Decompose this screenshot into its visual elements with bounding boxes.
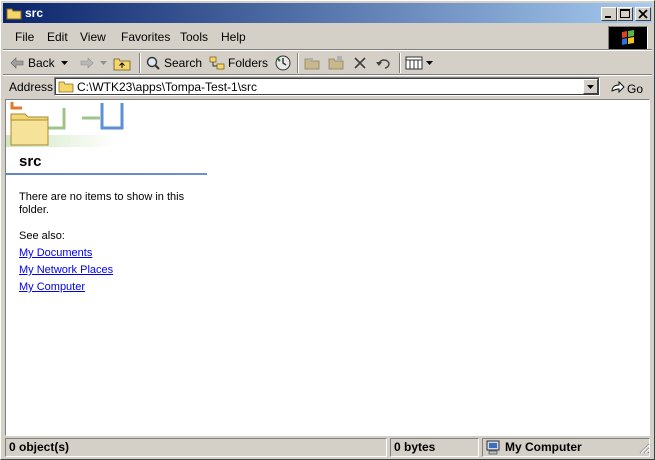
views-dropdown-icon[interactable] xyxy=(426,61,433,65)
folders-button[interactable]: Folders xyxy=(209,53,268,73)
move-to-button[interactable] xyxy=(303,53,321,73)
delete-button[interactable] xyxy=(353,53,367,73)
back-dropdown-icon[interactable] xyxy=(60,61,68,65)
views-grid-icon xyxy=(405,56,423,70)
empty-folder-message: There are no items to show in this folde… xyxy=(19,191,185,216)
window-title: src xyxy=(25,6,44,20)
status-bar: 0 object(s) 0 bytes My Computer xyxy=(3,438,652,458)
copy-to-icon xyxy=(327,55,345,71)
search-label: Search xyxy=(164,56,203,70)
back-arrow-icon xyxy=(9,55,25,71)
undo-icon xyxy=(375,56,391,70)
back-label: Back xyxy=(28,56,55,70)
views-button[interactable] xyxy=(405,53,433,73)
toolbar-separator xyxy=(139,53,141,73)
address-value: C:\WTK23\apps\Tompa-Test-1\src xyxy=(77,80,258,94)
folder-icon xyxy=(58,79,74,96)
link-my-network-places[interactable]: My Network Places xyxy=(19,264,113,276)
folders-tree-icon xyxy=(209,55,225,71)
history-icon xyxy=(274,54,292,72)
up-folder-icon xyxy=(113,55,131,71)
folders-label: Folders xyxy=(228,56,269,70)
status-objects: 0 object(s) xyxy=(5,438,387,457)
title-bar[interactable]: src xyxy=(3,3,652,23)
windows-logo-icon xyxy=(608,26,648,50)
status-size: 0 bytes xyxy=(390,438,479,457)
menu-tools[interactable]: Tools xyxy=(180,30,208,44)
standard-toolbar: Back Search Folders xyxy=(3,51,652,75)
explorer-window: src File Edit View Favorites Tools Help xyxy=(0,0,655,460)
menu-view[interactable]: View xyxy=(80,30,106,44)
link-my-computer[interactable]: My Computer xyxy=(19,281,85,293)
delete-x-icon xyxy=(353,56,367,70)
folder-title: src xyxy=(19,153,42,170)
menu-favorites[interactable]: Favorites xyxy=(121,30,170,44)
history-button[interactable] xyxy=(274,53,292,73)
undo-button[interactable] xyxy=(375,53,391,73)
maximize-button[interactable] xyxy=(617,7,633,21)
title-underline xyxy=(6,173,207,175)
address-bar: Address C:\WTK23\apps\Tompa-Test-1\src G… xyxy=(3,76,652,98)
status-zone: My Computer xyxy=(482,438,650,457)
up-folder-button[interactable] xyxy=(113,53,131,73)
forward-arrow-icon xyxy=(79,55,95,71)
search-button[interactable]: Search xyxy=(145,53,202,73)
my-computer-icon xyxy=(485,440,501,460)
minimize-button[interactable] xyxy=(601,7,617,21)
link-my-documents[interactable]: My Documents xyxy=(19,247,92,259)
back-button[interactable]: Back xyxy=(9,53,68,73)
forward-dropdown-icon[interactable] xyxy=(100,61,107,65)
go-arrow-icon xyxy=(609,79,625,98)
forward-button[interactable] xyxy=(79,53,107,73)
close-button[interactable] xyxy=(635,7,651,21)
address-field[interactable]: C:\WTK23\apps\Tompa-Test-1\src xyxy=(54,77,600,96)
status-zone-label: My Computer xyxy=(505,440,582,454)
toolbar-separator xyxy=(297,53,299,73)
folder-icon xyxy=(6,5,22,21)
search-icon xyxy=(145,55,161,71)
move-to-icon xyxy=(303,55,321,71)
menu-edit[interactable]: Edit xyxy=(47,30,68,44)
go-label: Go xyxy=(627,81,644,96)
toolbar-separator xyxy=(399,53,401,73)
go-button[interactable]: Go xyxy=(609,79,643,98)
menu-help[interactable]: Help xyxy=(221,30,246,44)
folder-view: src There are no items to show in this f… xyxy=(5,99,650,436)
menu-file[interactable]: File xyxy=(15,30,34,44)
address-dropdown-button[interactable] xyxy=(583,79,598,94)
address-label: Address xyxy=(9,80,54,94)
see-also-label: See also: xyxy=(19,230,65,242)
resize-grip-icon[interactable] xyxy=(638,442,650,457)
menu-bar: File Edit View Favorites Tools Help xyxy=(3,26,652,48)
copy-to-button[interactable] xyxy=(327,53,345,73)
